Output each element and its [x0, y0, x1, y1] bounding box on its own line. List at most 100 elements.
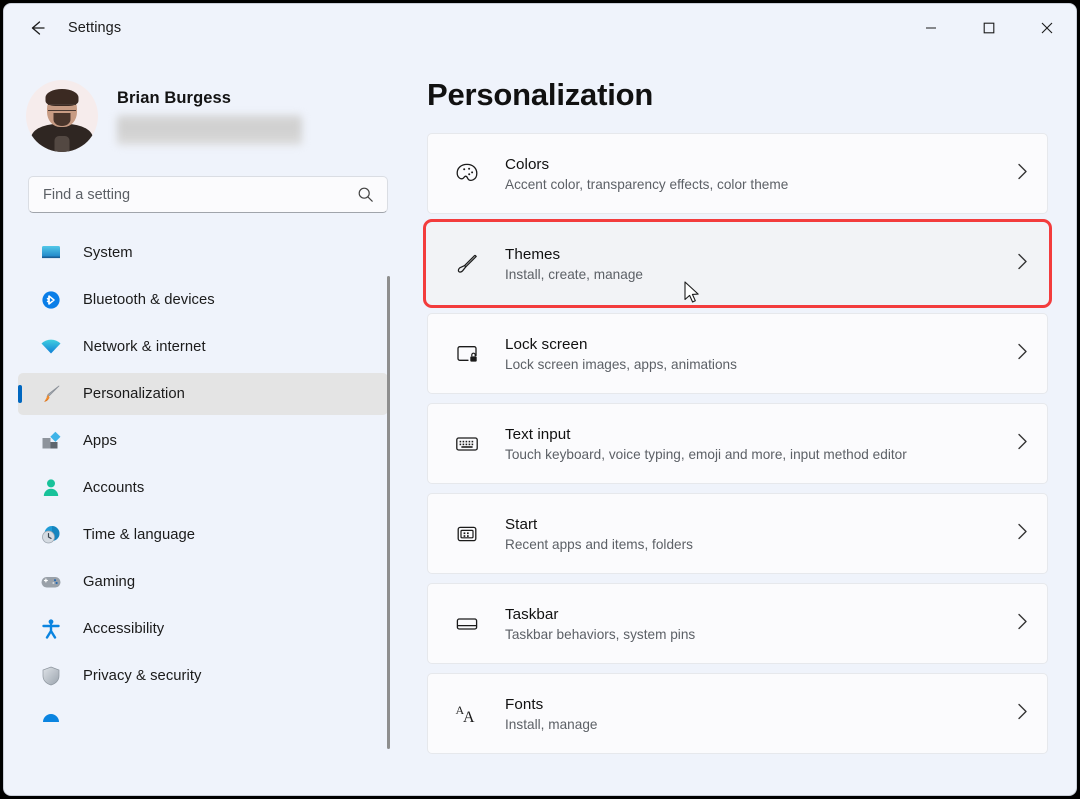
main-content: Personalization Colors Accent color, tra…: [404, 51, 1077, 796]
sidebar-item-bluetooth-devices[interactable]: Bluetooth & devices: [18, 279, 388, 321]
settings-card-start[interactable]: Start Recent apps and items, folders: [427, 493, 1048, 574]
wifi-icon: [38, 335, 64, 359]
sidebar-item-label: Accounts: [83, 480, 144, 496]
profile-email-redacted: [117, 115, 302, 145]
maximize-icon: [983, 22, 995, 34]
settings-card-lock-screen[interactable]: Lock screen Lock screen images, apps, an…: [427, 313, 1048, 394]
card-text: Lock screen Lock screen images, apps, an…: [505, 336, 737, 372]
chevron-right-icon: [1016, 251, 1029, 276]
card-subtitle: Install, create, manage: [505, 267, 643, 282]
accessibility-icon: [38, 617, 64, 641]
sidebar-item-label: System: [83, 245, 133, 261]
card-title: Text input: [505, 426, 907, 443]
minimize-icon: [925, 22, 937, 34]
page-title: Personalization: [427, 77, 1077, 113]
close-icon: [1041, 22, 1053, 34]
card-title: Fonts: [505, 696, 598, 713]
sidebar-item-time-language[interactable]: Time & language: [18, 514, 388, 556]
chevron-right-icon: [1016, 521, 1029, 546]
sidebar-item-accessibility[interactable]: Accessibility: [18, 608, 388, 650]
sidebar-item-label: Gaming: [83, 574, 135, 590]
sidebar-scrollbar[interactable]: [387, 276, 390, 749]
search-input[interactable]: [43, 187, 357, 203]
sidebar-item-windows-update[interactable]: [18, 702, 388, 744]
window-controls: [902, 4, 1076, 51]
settings-card-taskbar[interactable]: Taskbar Taskbar behaviors, system pins: [427, 583, 1048, 664]
search-icon[interactable]: [357, 186, 374, 203]
card-subtitle: Taskbar behaviors, system pins: [505, 627, 695, 642]
card-text: Colors Accent color, transparency effect…: [505, 156, 788, 192]
settings-card-text-input[interactable]: Text input Touch keyboard, voice typing,…: [427, 403, 1048, 484]
card-text: Taskbar Taskbar behaviors, system pins: [505, 606, 695, 642]
chevron-right-icon: [1016, 161, 1029, 186]
card-title: Start: [505, 516, 693, 533]
sidebar-item-label: Network & internet: [83, 339, 206, 355]
sidebar-item-gaming[interactable]: Gaming: [18, 561, 388, 603]
svg-text:A: A: [463, 709, 475, 726]
profile-name: Brian Burgess: [117, 89, 302, 108]
card-text: Start Recent apps and items, folders: [505, 516, 693, 552]
windows-update-icon: [38, 711, 64, 735]
sidebar-item-system[interactable]: System: [18, 232, 388, 274]
card-text: Text input Touch keyboard, voice typing,…: [505, 426, 907, 462]
sidebar-item-label: Privacy & security: [83, 668, 201, 684]
start-menu-icon: [449, 516, 485, 552]
sidebar-item-label: Apps: [83, 433, 117, 449]
settings-card-fonts[interactable]: A A Fonts Install, manage: [427, 673, 1048, 754]
lock-screen-icon: [449, 336, 485, 372]
card-subtitle: Accent color, transparency effects, colo…: [505, 177, 788, 192]
sidebar-item-accounts[interactable]: Accounts: [18, 467, 388, 509]
sidebar-item-label: Time & language: [83, 527, 195, 543]
monitor-icon: [38, 241, 64, 265]
user-profile[interactable]: Brian Burgess: [26, 80, 404, 152]
minimize-button[interactable]: [902, 4, 960, 51]
palette-icon: [449, 156, 485, 192]
card-subtitle: Install, manage: [505, 717, 598, 732]
gamepad-icon: [38, 570, 64, 594]
apps-icon: [38, 429, 64, 453]
settings-card-list: Colors Accent color, transparency effect…: [404, 133, 1077, 754]
card-title: Taskbar: [505, 606, 695, 623]
sidebar: Brian Burgess: [4, 51, 404, 796]
chevron-right-icon: [1016, 431, 1029, 456]
settings-window: Settings: [3, 3, 1077, 796]
clock-globe-icon: [38, 523, 64, 547]
sidebar-item-label: Accessibility: [83, 621, 164, 637]
avatar: [26, 80, 98, 152]
title-bar: Settings: [4, 4, 1076, 51]
card-title: Themes: [505, 246, 643, 263]
close-button[interactable]: [1018, 4, 1076, 51]
paintbrush-icon: [38, 382, 64, 406]
maximize-button[interactable]: [960, 4, 1018, 51]
settings-card-themes[interactable]: Themes Install, create, manage: [427, 223, 1048, 304]
sidebar-item-label: Personalization: [83, 386, 185, 402]
sidebar-nav: System Bluetooth & devices: [4, 227, 404, 782]
search-box[interactable]: [28, 176, 388, 213]
card-text: Fonts Install, manage: [505, 696, 598, 732]
chevron-right-icon: [1016, 611, 1029, 636]
card-title: Lock screen: [505, 336, 737, 353]
sidebar-item-privacy-security[interactable]: Privacy & security: [18, 655, 388, 697]
sidebar-item-network-internet[interactable]: Network & internet: [18, 326, 388, 368]
card-subtitle: Touch keyboard, voice typing, emoji and …: [505, 447, 907, 462]
sidebar-item-personalization[interactable]: Personalization: [18, 373, 388, 415]
keyboard-icon: [449, 426, 485, 462]
card-text: Themes Install, create, manage: [505, 246, 643, 282]
card-subtitle: Lock screen images, apps, animations: [505, 357, 737, 372]
person-icon: [38, 476, 64, 500]
sidebar-item-apps[interactable]: Apps: [18, 420, 388, 462]
back-button[interactable]: [18, 12, 56, 44]
profile-text: Brian Burgess: [117, 87, 302, 145]
chevron-right-icon: [1016, 701, 1029, 726]
card-title: Colors: [505, 156, 788, 173]
card-subtitle: Recent apps and items, folders: [505, 537, 693, 552]
settings-card-colors[interactable]: Colors Accent color, transparency effect…: [427, 133, 1048, 214]
window-title: Settings: [68, 20, 121, 36]
back-arrow-icon: [27, 18, 47, 38]
fonts-icon: A A: [449, 696, 485, 732]
paintbrush-icon: [449, 246, 485, 282]
bluetooth-icon: [38, 288, 64, 312]
chevron-right-icon: [1016, 341, 1029, 366]
taskbar-icon: [449, 606, 485, 642]
shield-icon: [38, 664, 64, 688]
